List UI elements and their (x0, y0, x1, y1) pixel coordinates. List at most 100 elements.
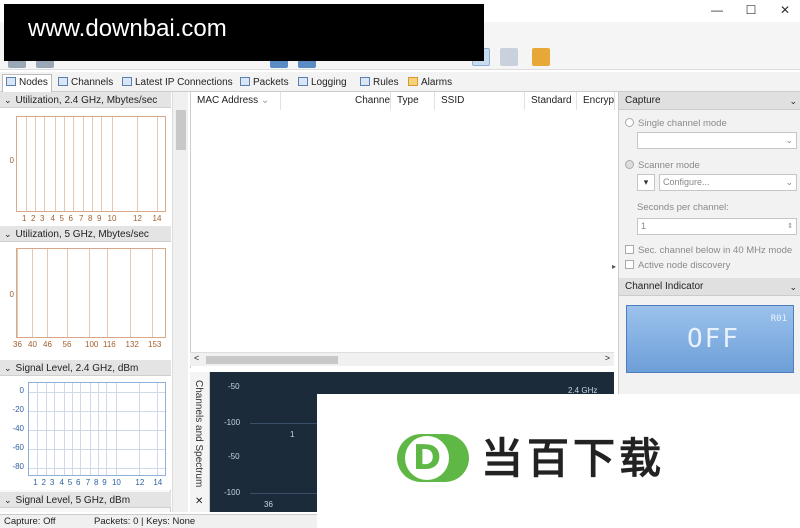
x-tick-label: 7 (79, 214, 84, 223)
nodes-table: MAC Address ⌄ Channel Type SSID Standard… (190, 92, 615, 368)
x-tick-label: 8 (88, 214, 93, 223)
tab-packets[interactable]: Packets (240, 75, 289, 91)
checkbox-icon (625, 245, 634, 254)
util24-y-tick: 0 (9, 156, 14, 165)
maximize-button[interactable]: ☐ (740, 2, 762, 18)
watermark-banner: www.downbai.com (4, 4, 484, 61)
grid-line (63, 117, 65, 211)
y-tick-label: -20 (12, 405, 24, 415)
channel-select[interactable]: ⌄ (637, 132, 797, 149)
x-tick-label: 14 (153, 478, 163, 487)
capture-header[interactable]: Capture ⌄ (619, 92, 800, 110)
channel-indicator-display: R01 OFF (626, 305, 794, 373)
y-tick-label: -40 (12, 424, 24, 433)
col-ssid[interactable]: SSID (435, 92, 525, 110)
channels-icon (58, 77, 68, 86)
packets-icon (240, 77, 250, 86)
grid-line (53, 383, 55, 475)
rules-icon (360, 77, 370, 86)
table-horizontal-scrollbar[interactable]: < > (190, 352, 614, 366)
spinner-icon[interactable]: ⇕ (787, 219, 793, 234)
grid-line (111, 117, 113, 211)
panel-splitter-icon[interactable]: ▸ (612, 262, 618, 278)
close-window-button[interactable]: ✕ (774, 2, 796, 18)
y-tick-label: -60 (12, 442, 24, 452)
sig24-plot (28, 382, 166, 476)
grid-line (156, 117, 158, 211)
grid-line (29, 411, 165, 413)
col-channel[interactable]: Channel (349, 92, 391, 110)
grid-line (35, 117, 36, 211)
logging-icon (298, 77, 308, 86)
spectrum-top-x-tick: 1 (290, 430, 295, 439)
x-tick-label: 3 (49, 478, 55, 487)
col-encryption[interactable]: Encryp (577, 92, 615, 110)
util24-header[interactable]: ⌄ Utilization, 2.4 GHz, Mbytes/sec (0, 92, 171, 108)
grid-line (26, 117, 27, 211)
x-tick-label: 4 (59, 478, 64, 487)
grid-line (157, 383, 159, 475)
x-tick-label: 6 (68, 214, 73, 223)
tab-logging[interactable]: Logging (298, 75, 347, 91)
connections-icon (122, 77, 132, 86)
scroll-right-button[interactable]: > (605, 353, 610, 363)
sec-channel-checkbox[interactable]: Sec. channel below in 40 MHz mode (625, 245, 792, 256)
collapse-icon: ⌄ (4, 95, 12, 105)
x-tick-label: 5 (59, 214, 64, 223)
left-vertical-scrollbar[interactable] (172, 92, 188, 512)
x-tick-label: 132 (125, 340, 139, 349)
y-tick-label: 0 (19, 386, 24, 396)
col-type[interactable]: Type (391, 92, 435, 110)
x-tick-label: 4 (50, 214, 55, 223)
packets-status: Packets: 0 | Keys: None (94, 516, 196, 527)
grid-line (29, 430, 165, 431)
grid-line (89, 383, 91, 475)
grid-line (72, 117, 74, 211)
sig24-header[interactable]: ⌄ Signal Level, 2.4 GHz, dBm (0, 360, 171, 376)
grid-line (106, 383, 108, 475)
tab-latest-ip-connections[interactable]: Latest IP Connections (122, 75, 233, 91)
col-standard[interactable]: Standard (525, 92, 577, 110)
scroll-thumb[interactable] (206, 356, 338, 364)
x-tick-label: 100 (85, 340, 99, 349)
x-tick-label: 2 (31, 214, 36, 223)
close-spectrum-button[interactable]: ✕ (195, 496, 203, 507)
logo-text: 当百下载 (481, 434, 666, 483)
spectrum-side-label: Channels and Spectrum (193, 380, 204, 488)
x-tick-label: 56 (62, 340, 72, 349)
tab-nodes[interactable]: Nodes (2, 74, 52, 92)
scroll-left-button[interactable]: < (194, 353, 199, 363)
util5-y-tick: 0 (9, 290, 14, 299)
active-node-discovery-checkbox[interactable]: Active node discovery (625, 260, 730, 271)
minimize-button[interactable]: — (706, 2, 728, 18)
tab-alarms[interactable]: Alarms (408, 75, 452, 91)
filter-settings-icon[interactable] (500, 48, 518, 66)
sort-icon: ⌄ (260, 95, 270, 106)
grid-line (29, 448, 165, 450)
grid-line (44, 117, 45, 211)
channel-indicator-header[interactable]: Channel Indicator ⌄ (619, 278, 800, 296)
spectrum-side-tab[interactable]: Channels and Spectrum ✕ (190, 372, 210, 512)
collapse-icon: ⌄ (4, 229, 12, 239)
sig5-header[interactable]: ⌄ Signal Level, 5 GHz, dBm (0, 492, 171, 508)
grid-line (137, 117, 138, 211)
scanner-menu-button[interactable]: ▾ (637, 174, 655, 191)
x-tick-label: 12 (133, 214, 142, 223)
grid-line (129, 249, 131, 337)
grid-line (54, 117, 56, 211)
scanner-mode-radio[interactable]: Scanner mode (625, 160, 700, 171)
col-mac-address[interactable]: MAC Address ⌄ (191, 92, 281, 110)
grid-line (29, 392, 165, 394)
seconds-per-channel-input[interactable]: 1 ⇕ (637, 218, 797, 235)
tab-bar: Nodes Channels Latest IP Connections Pac… (0, 72, 800, 92)
single-channel-mode-radio[interactable]: Single channel mode (625, 118, 727, 129)
tab-rules[interactable]: Rules (360, 75, 399, 91)
configure-dropdown[interactable]: Configure... ⌄ (659, 174, 797, 191)
x-tick-label: 12 (135, 478, 145, 487)
capture-status: Capture: Off (4, 516, 56, 527)
key-icon[interactable] (532, 48, 550, 66)
scroll-thumb[interactable] (176, 110, 186, 150)
tab-channels[interactable]: Channels (58, 75, 113, 91)
grid-line (83, 117, 84, 211)
util5-header[interactable]: ⌄ Utilization, 5 GHz, Mbytes/sec (0, 226, 171, 242)
